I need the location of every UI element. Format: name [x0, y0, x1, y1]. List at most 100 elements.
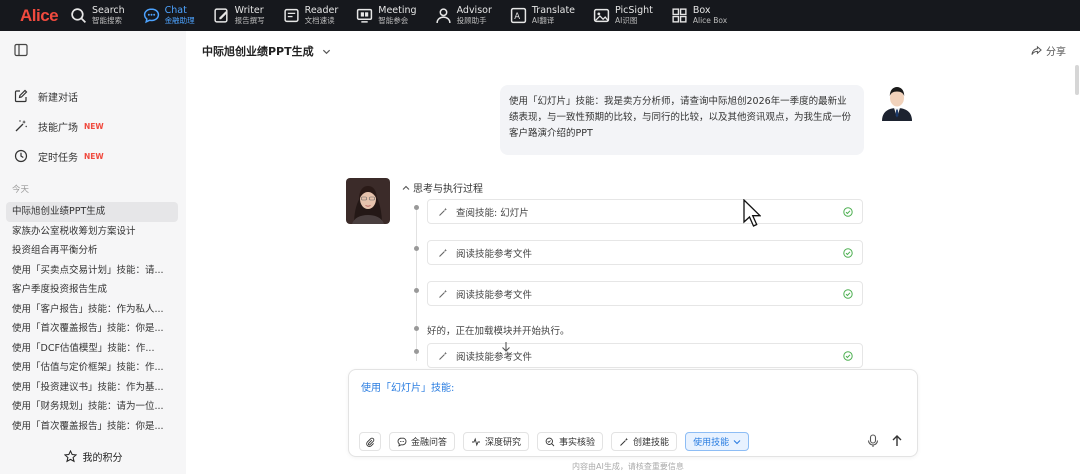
history-item[interactable]: 使用「客户报告」技能：作为私人...: [6, 300, 178, 320]
timeline-dot: [414, 205, 419, 210]
history-item[interactable]: 使用「投资建议书」技能：作为基...: [6, 378, 178, 398]
history-item[interactable]: 使用「DCF估值模型」技能：作...: [6, 339, 178, 359]
thinking-label: 思考与执行过程: [413, 184, 483, 195]
reader-icon: [284, 8, 299, 23]
clock-icon: [14, 149, 28, 163]
nav-box-sub: Alice Box: [692, 15, 728, 25]
nav-advisor[interactable]: Advisor 投顾助手: [435, 0, 492, 31]
nav-meeting-label: Meeting: [378, 4, 417, 16]
nav-meeting-sub: 智能参会: [378, 15, 409, 25]
step-label: 阅读技能参考文件: [456, 289, 533, 301]
tool-label: 创建技能: [633, 438, 670, 448]
page-title: 中际旭创业绩PPT生成: [202, 45, 314, 58]
history-item[interactable]: 家族办公室税收筹划方案设计: [6, 222, 178, 242]
user-avatar: [878, 81, 916, 121]
execution-step[interactable]: 阅读技能参考文件: [427, 240, 863, 265]
execution-step[interactable]: 查阅技能: 幻灯片: [427, 199, 863, 224]
new-badge: NEW: [84, 121, 104, 131]
timeline-dot: [414, 288, 419, 293]
nav-chat[interactable]: Chat 金融助理: [143, 0, 195, 31]
sidebar-toggle-icon[interactable]: [14, 43, 28, 57]
assistant-avatar: [346, 178, 390, 224]
tool-label: 金融问答: [411, 438, 448, 448]
history-item[interactable]: 中际旭创业绩PPT生成: [6, 202, 178, 222]
share-button[interactable]: 分享: [1031, 43, 1066, 58]
create-skill-button[interactable]: 创建技能: [611, 432, 678, 451]
qa-icon: [397, 437, 407, 447]
fact-check-button[interactable]: 事实核验: [537, 432, 604, 451]
nav-box-label: Box: [692, 4, 711, 16]
financial-qa-button[interactable]: 金融问答: [389, 432, 456, 451]
deep-research-button[interactable]: 深度研究: [463, 432, 530, 451]
nav-writer-label: Writer: [234, 4, 264, 16]
execution-step[interactable]: 阅读技能参考文件: [427, 343, 863, 368]
history-item[interactable]: 使用「买卖点交易计划」技能：请...: [6, 261, 178, 281]
tool-label: 深度研究: [485, 438, 522, 448]
tool-label: 使用技能: [693, 438, 730, 448]
timeline-dot: [414, 326, 419, 331]
composer-toolbar: 金融问答 深度研究 事实核验 创建技能 使用技能: [359, 432, 757, 451]
send-icon[interactable]: [890, 434, 904, 448]
sidebar-item-scheduled[interactable]: 定时任务 NEW: [14, 141, 104, 171]
sidebar-item-skills[interactable]: 技能广场 NEW: [14, 111, 104, 141]
attach-button[interactable]: [359, 432, 381, 451]
sidebar-menu: 新建对话 技能广场 NEW 定时任务 NEW: [14, 81, 104, 171]
ai-disclaimer: 内容由AI生成，请核查重要信息: [572, 462, 684, 471]
nav-writer-sub: 报告撰写: [234, 15, 265, 25]
nav-reader-label: Reader: [304, 4, 339, 16]
sidebar-item-label: 技能广场: [38, 122, 78, 134]
step-label: 查阅技能: 幻灯片: [456, 207, 529, 219]
nav-writer[interactable]: Writer 报告撰写: [213, 0, 265, 31]
share-label: 分享: [1046, 47, 1066, 58]
history-item[interactable]: 使用「财务规划」技能：请为一位...: [6, 397, 178, 417]
paperclip-icon: [366, 437, 375, 447]
meeting-icon: [357, 8, 373, 23]
check-circle-icon: [843, 351, 853, 361]
app-logo[interactable]: Alice: [0, 6, 70, 26]
composer-input[interactable]: 使用「幻灯片」技能:: [361, 379, 454, 394]
use-skill-dropdown[interactable]: 使用技能: [685, 432, 750, 451]
history-item[interactable]: 使用「首次覆盖报告」技能：你是...: [6, 417, 178, 437]
check-circle-icon: [843, 207, 853, 217]
history-item[interactable]: 使用「首次覆盖报告」技能：你是...: [6, 319, 178, 339]
history-item[interactable]: 投资组合再平衡分析: [6, 241, 178, 261]
wand-icon: [15, 120, 27, 132]
chat-icon: [143, 8, 159, 24]
my-points-button[interactable]: 我的积分: [0, 438, 186, 474]
my-points-label: 我的积分: [82, 452, 123, 464]
execution-step[interactable]: 阅读技能参考文件: [427, 281, 863, 306]
nav-reader[interactable]: Reader 文档速读: [283, 0, 339, 31]
nav-meeting[interactable]: Meeting 智能参会: [356, 0, 417, 31]
nav-search[interactable]: Search 智能搜索: [70, 0, 125, 31]
nav-box[interactable]: Box Alice Box: [671, 0, 727, 31]
wand-icon: [439, 207, 447, 216]
nav-picsight[interactable]: PicSight AI识图: [593, 0, 653, 31]
scroll-down-icon[interactable]: [500, 341, 512, 353]
nav-translate[interactable]: A Translate AI翻译: [510, 0, 575, 31]
history-item[interactable]: 使用「估值与定价框架」技能：作...: [6, 358, 178, 378]
chevron-down-icon: [322, 49, 330, 54]
sidebar-item-new-chat[interactable]: 新建对话: [14, 81, 104, 111]
sidebar-item-label: 定时任务: [38, 152, 78, 164]
mouse-cursor-icon: [743, 199, 761, 227]
thinking-toggle[interactable]: 思考与执行过程: [402, 180, 483, 195]
nav-translate-sub: AI翻译: [531, 15, 555, 25]
history-item[interactable]: 客户季度投资报告生成: [6, 280, 178, 300]
chevron-up-icon: [402, 185, 410, 190]
user-message: 使用「幻灯片」技能：我是卖方分析师，请查询中际旭创2026年一季度的最新业绩表现…: [500, 85, 864, 155]
wand-icon: [439, 248, 447, 257]
nav-advisor-sub: 投顾助手: [456, 15, 487, 25]
nav-translate-label: Translate: [531, 4, 576, 16]
message-composer[interactable]: 使用「幻灯片」技能: 金融问答 深度研究 事实核验 创建技能 使用技能: [348, 369, 918, 457]
nav-reader-sub: 文档速读: [304, 15, 335, 25]
star-icon: [63, 449, 77, 462]
translate-icon: A: [510, 7, 527, 24]
tool-label: 事实核验: [559, 438, 596, 448]
chat-history-list: 中际旭创业绩PPT生成 家族办公室税收筹划方案设计 投资组合再平衡分析 使用「买…: [6, 202, 178, 436]
chat-main: 中际旭创业绩PPT生成 分享 使用「幻灯片」技能：我是卖方分析师，请查询中际旭创…: [186, 31, 1080, 474]
svg-text:A: A: [514, 12, 520, 22]
chat-title-dropdown[interactable]: 中际旭创业绩PPT生成: [202, 43, 331, 59]
microphone-icon[interactable]: [867, 434, 879, 448]
step-label: 阅读技能参考文件: [456, 351, 533, 363]
scrollbar[interactable]: [1075, 65, 1079, 95]
